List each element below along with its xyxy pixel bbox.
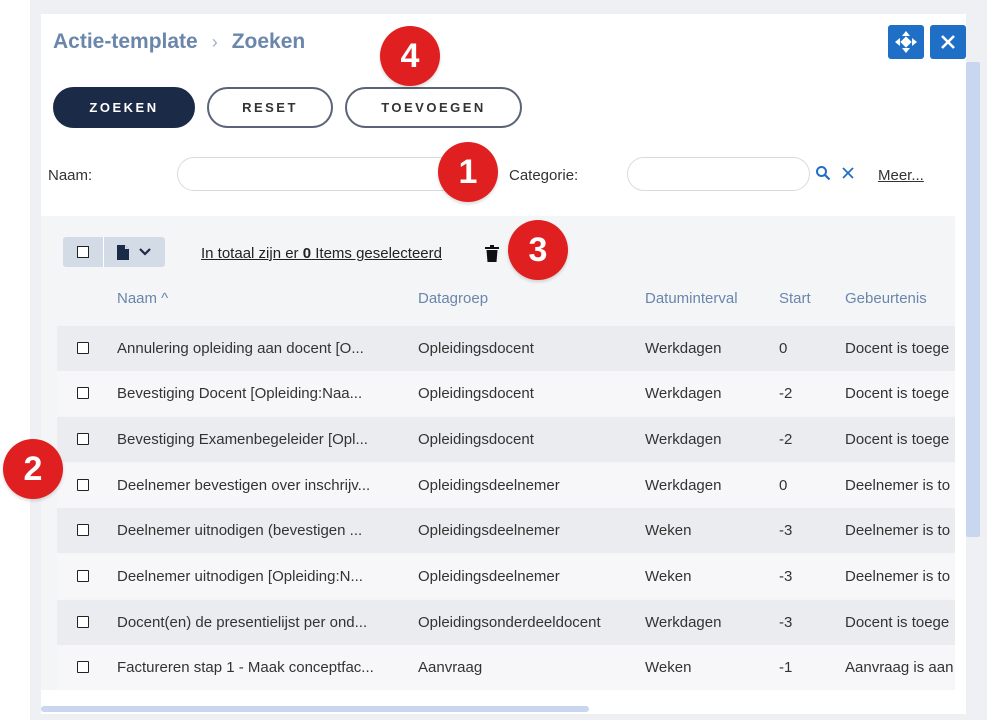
category-search-button[interactable] xyxy=(814,164,832,182)
cell-datagroup: Opleidingsdocent xyxy=(418,340,534,357)
cell-start: -2 xyxy=(779,385,793,402)
cell-datagroup: Opleidingsdeelnemer xyxy=(418,522,560,539)
cell-start: -3 xyxy=(779,614,793,631)
close-icon xyxy=(941,35,955,49)
cell-event: Docent is toege xyxy=(845,431,950,448)
cell-start: -1 xyxy=(779,659,793,676)
category-clear-button[interactable] xyxy=(839,164,857,182)
horizontal-scrollbar[interactable] xyxy=(41,706,589,712)
cell-start: -2 xyxy=(779,431,793,448)
selection-suffix: Items geselecteerd xyxy=(311,245,442,262)
move-arrows-icon xyxy=(895,31,917,53)
delete-selected-button[interactable] xyxy=(485,245,499,267)
name-input[interactable] xyxy=(177,157,477,191)
cell-datagroup: Opleidingsonderdeeldocent xyxy=(418,614,601,631)
selection-summary-link[interactable]: In totaal zijn er 0 Items geselecteerd xyxy=(201,245,442,262)
cell-interval: Weken xyxy=(645,568,692,585)
row-checkbox[interactable] xyxy=(77,661,89,673)
row-checkbox[interactable] xyxy=(77,479,89,491)
cell-datagroup: Opleidingsdocent xyxy=(418,385,534,402)
table-row[interactable]: Deelnemer uitnodigen (bevestigen ... Opl… xyxy=(57,508,955,553)
cell-name: Annulering opleiding aan docent [O... xyxy=(117,340,364,357)
row-checkbox[interactable] xyxy=(77,342,89,354)
cell-interval: Werkdagen xyxy=(645,431,722,448)
selection-count: 0 xyxy=(302,245,312,262)
annotation-badge-1: 1 xyxy=(438,142,498,202)
cell-event: Docent is toege xyxy=(845,340,950,357)
more-filters-link[interactable]: Meer... xyxy=(878,167,924,184)
selection-prefix: In totaal zijn er xyxy=(201,245,303,262)
column-header-interval[interactable]: Datuminterval xyxy=(645,290,738,307)
cell-interval: Werkdagen xyxy=(645,477,722,494)
table-toolbar xyxy=(63,237,165,267)
cell-interval: Weken xyxy=(645,522,692,539)
name-label: Naam: xyxy=(48,167,93,184)
cell-interval: Werkdagen xyxy=(645,614,722,631)
checkbox-icon xyxy=(77,246,89,258)
column-header-event[interactable]: Gebeurtenis xyxy=(845,290,927,307)
cell-name: Docent(en) de presentielijst per ond... xyxy=(117,614,368,631)
table-row[interactable]: Bevestiging Examenbegeleider [Opl... Opl… xyxy=(57,417,955,462)
row-checkbox[interactable] xyxy=(77,433,89,445)
close-button[interactable] xyxy=(930,25,966,59)
category-label: Categorie: xyxy=(509,167,579,184)
cell-event: Docent is toege xyxy=(845,614,950,631)
move-button[interactable] xyxy=(888,25,924,59)
cell-interval: Werkdagen xyxy=(645,340,722,357)
cell-event: Deelnemer is to xyxy=(845,477,951,494)
search-button[interactable]: ZOEKEN xyxy=(53,87,195,128)
row-checkbox[interactable] xyxy=(77,616,89,628)
breadcrumb-separator: › xyxy=(211,31,218,52)
table-row[interactable]: Bevestiging Docent [Opleiding:Naa... Opl… xyxy=(57,371,955,416)
row-checkbox[interactable] xyxy=(77,524,89,536)
cell-datagroup: Opleidingsdeelnemer xyxy=(418,568,560,585)
cell-start: 0 xyxy=(779,477,788,494)
cell-interval: Werkdagen xyxy=(645,385,722,402)
cell-name: Bevestiging Examenbegeleider [Opl... xyxy=(117,431,368,448)
cell-datagroup: Aanvraag xyxy=(418,659,483,676)
export-menu-button[interactable] xyxy=(104,237,164,267)
chevron-down-icon xyxy=(139,248,151,256)
cell-interval: Weken xyxy=(645,659,692,676)
clear-icon xyxy=(842,167,854,179)
cell-event: Deelnemer is to xyxy=(845,522,951,539)
cell-datagroup: Opleidingsdeelnemer xyxy=(418,477,560,494)
category-input[interactable] xyxy=(627,157,810,191)
table-row[interactable]: Docent(en) de presentielijst per ond... … xyxy=(57,600,955,645)
column-header-name[interactable]: Naam ^ xyxy=(117,290,168,307)
table-row[interactable]: Deelnemer uitnodigen [Opleiding:N... Opl… xyxy=(57,554,955,599)
reset-button[interactable]: RESET xyxy=(207,87,333,128)
cell-event: Docent is toege xyxy=(845,385,950,402)
column-header-datagroup[interactable]: Datagroep xyxy=(418,290,488,307)
breadcrumb-parent[interactable]: Actie-template xyxy=(53,30,198,54)
add-button[interactable]: TOEVOEGEN xyxy=(345,87,522,128)
document-icon xyxy=(117,244,129,260)
vertical-scrollbar[interactable] xyxy=(966,62,980,537)
cell-start: -3 xyxy=(779,522,793,539)
cell-name: Bevestiging Docent [Opleiding:Naa... xyxy=(117,385,363,402)
cell-datagroup: Opleidingsdocent xyxy=(418,431,534,448)
table-row[interactable]: Annulering opleiding aan docent [O... Op… xyxy=(57,326,955,371)
annotation-badge-2: 2 xyxy=(3,439,63,499)
cell-event: Aanvraag is aan xyxy=(845,659,954,676)
row-checkbox[interactable] xyxy=(77,387,89,399)
breadcrumb-current: Zoeken xyxy=(231,30,306,53)
select-all-checkbox[interactable] xyxy=(63,237,103,267)
cell-event: Deelnemer is to xyxy=(845,568,951,585)
cell-start: -3 xyxy=(779,568,793,585)
column-header-start[interactable]: Start xyxy=(779,290,811,307)
annotation-badge-4: 4 xyxy=(380,26,440,86)
search-icon xyxy=(816,166,831,181)
table-row[interactable]: Factureren stap 1 - Maak conceptfac... A… xyxy=(57,645,955,690)
cell-start: 0 xyxy=(779,340,788,357)
cell-name: Factureren stap 1 - Maak conceptfac... xyxy=(117,659,374,676)
cell-name: Deelnemer uitnodigen [Opleiding:N... xyxy=(117,568,363,585)
trash-icon xyxy=(485,245,499,262)
cell-name: Deelnemer uitnodigen (bevestigen ... xyxy=(117,522,363,539)
annotation-badge-3: 3 xyxy=(508,220,568,280)
row-checkbox[interactable] xyxy=(77,570,89,582)
table-row[interactable]: Deelnemer bevestigen over inschrijv... O… xyxy=(57,463,955,508)
cell-name: Deelnemer bevestigen over inschrijv... xyxy=(117,477,371,494)
breadcrumb: Actie-template › Zoeken xyxy=(53,30,305,54)
